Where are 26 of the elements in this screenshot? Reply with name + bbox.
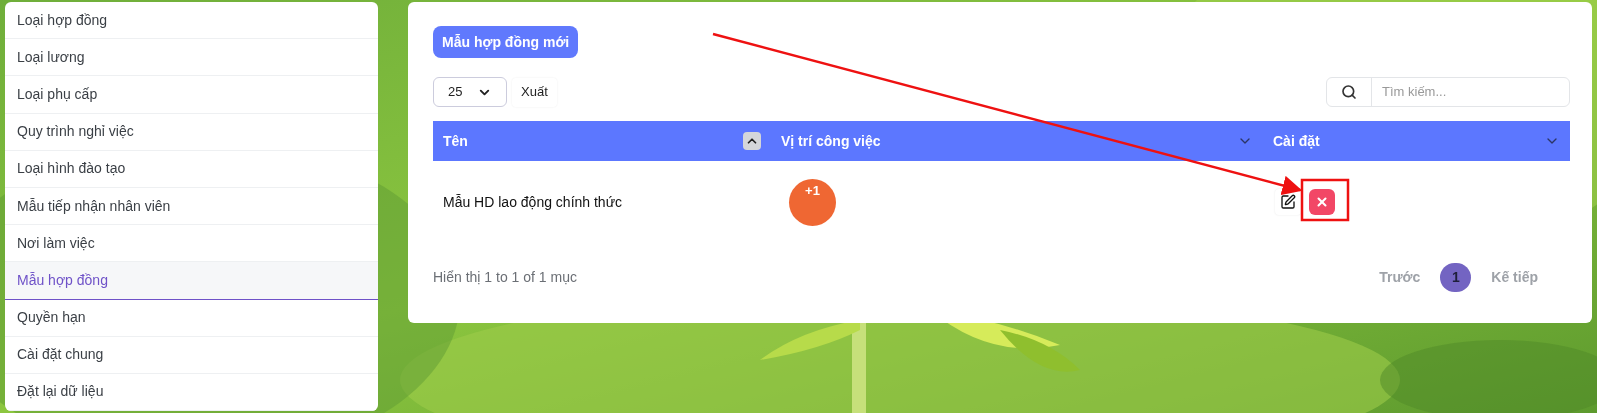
sidebar-item[interactable]: Loại hợp đồng [5,2,378,40]
column-header[interactable]: Vị trí công việc [771,121,1263,161]
search-field[interactable]: Tìm kiếm... [1326,77,1570,107]
sidebar-item[interactable]: Đặt lại dữ liệu [5,373,378,411]
column-header[interactable]: Cài đặt [1263,121,1570,161]
sidebar-item[interactable]: Cài đặt chung [5,336,378,374]
sidebar-item[interactable]: Quyền hạn [5,299,378,337]
new-template-button[interactable]: Mẫu hợp đồng mới [433,26,579,58]
sidebar-item[interactable]: Loại hình đào tạo [5,150,378,188]
sidebar-item[interactable]: Mẫu tiếp nhận nhân viên [5,187,378,226]
page-size-select[interactable]: 25 [433,77,507,107]
search-input[interactable]: Tìm kiếm... [1372,78,1569,106]
edit-icon [1280,194,1296,210]
sort-up-icon[interactable] [743,132,761,150]
count-badge: +1 [789,178,836,226]
column-header[interactable]: Tên [433,121,771,161]
sidebar-item[interactable]: Loại phụ cấp [5,76,378,114]
search-icon [1341,84,1357,100]
sidebar-item[interactable]: Loại lương [5,39,378,77]
entries-summary: Hiển thị 1 to 1 of 1 mục [433,268,577,287]
sidebar-item[interactable]: Mẫu hợp đồng [5,262,378,300]
table-cell-text: Mẫu HD lao động chính thức [442,192,624,212]
delete-button[interactable] [1309,189,1335,215]
export-button[interactable]: Xuất [512,77,557,107]
close-icon [1315,195,1329,209]
sidebar-item[interactable]: Quy trình nghỉ việc [5,113,378,151]
